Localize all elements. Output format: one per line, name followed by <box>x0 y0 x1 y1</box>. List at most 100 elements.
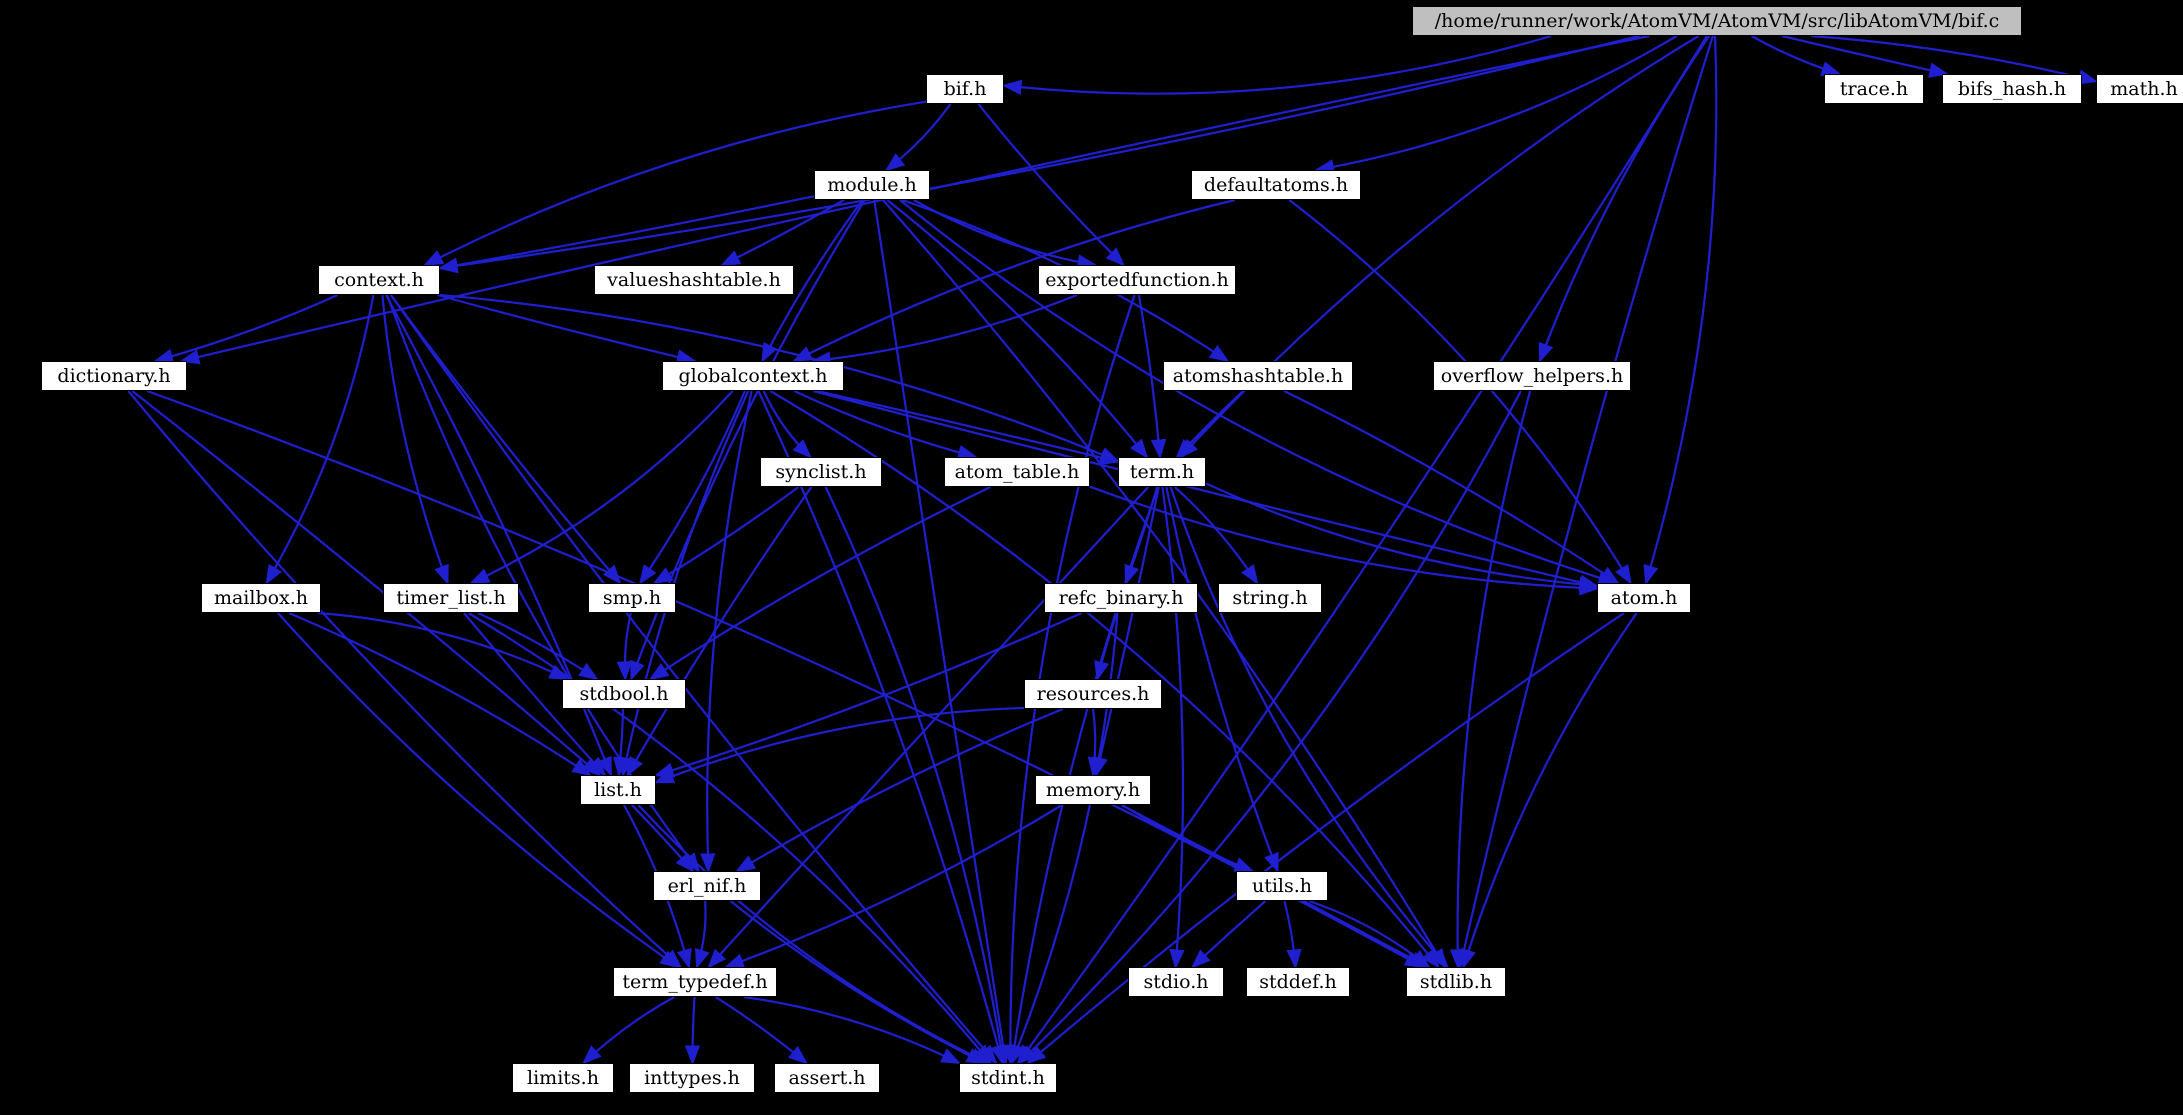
graph-node-label: inttypes.h <box>644 1066 740 1089</box>
graph-edge <box>700 390 753 874</box>
graph-node-bif-h[interactable]: bif.h <box>926 74 1004 104</box>
graph-edge <box>1288 199 1632 585</box>
graph-edge <box>1137 294 1167 460</box>
graph-edge <box>757 390 1006 1066</box>
graph-node-overflow-helpers-h[interactable]: overflow_helpers.h <box>1433 361 1631 391</box>
graph-node-mailbox-h[interactable]: mailbox.h <box>201 583 321 613</box>
graph-node-label: globalcontext.h <box>678 364 828 387</box>
graph-edge <box>437 195 815 273</box>
graph-edge <box>684 996 701 1066</box>
graph-node-label: timer_list.h <box>396 586 506 609</box>
graph-node-atom-h[interactable]: atom.h <box>1597 583 1691 613</box>
graph-node-module-h[interactable]: module.h <box>814 170 930 200</box>
graph-node-stdio-h[interactable]: stdio.h <box>1128 967 1224 997</box>
graph-node-label: term.h <box>1129 460 1195 483</box>
graph-node-label: smp.h <box>602 586 662 609</box>
graph-edge <box>762 390 812 459</box>
graph-node-utils-h[interactable]: utils.h <box>1236 871 1328 901</box>
graph-node-synclist-h[interactable]: synclist.h <box>760 457 882 487</box>
graph-node-refc-binary-h[interactable]: refc_binary.h <box>1044 583 1198 613</box>
graph-edge <box>793 390 978 460</box>
graph-node-smp-h[interactable]: smp.h <box>588 583 676 613</box>
graph-node-label: overflow_helpers.h <box>1440 364 1624 387</box>
graph-node-valueshashtable-h[interactable]: valueshashtable.h <box>594 265 794 295</box>
graph-edge <box>913 199 1098 270</box>
graph-node-term-typedef-h[interactable]: term_typedef.h <box>613 967 777 997</box>
graph-node-inttypes-h[interactable]: inttypes.h <box>629 1063 755 1093</box>
graph-edge <box>390 294 622 585</box>
graph-edge <box>899 199 1619 586</box>
graph-edge <box>1643 35 1718 586</box>
edge-layer <box>127 34 2099 1066</box>
graph-node-label: resources.h <box>1036 682 1150 705</box>
graph-node-dictionary-h[interactable]: dictionary.h <box>41 361 187 391</box>
graph-edge <box>1175 390 1244 459</box>
graph-node-timer-list-h[interactable]: timer_list.h <box>383 583 519 613</box>
graph-node-label: atom.h <box>1610 586 1678 609</box>
graph-edge <box>715 996 809 1065</box>
graph-edge <box>1124 486 1159 586</box>
graph-edge <box>824 486 1009 1066</box>
graph-edge <box>1016 35 1708 1065</box>
graph-node-math-h[interactable]: math.h <box>2096 74 2183 104</box>
edges-group <box>127 34 2099 1066</box>
graph-node-stdlib-h[interactable]: stdlib.h <box>1406 967 1506 997</box>
graph-node-memory-h[interactable]: memory.h <box>1035 775 1151 805</box>
graph-node-bifs-hash-h[interactable]: bifs_hash.h <box>1942 74 2082 104</box>
graph-edge <box>631 804 695 873</box>
graph-node-label: mailbox.h <box>213 586 309 609</box>
graph-edge <box>1751 35 1842 77</box>
graph-node-defaultatoms-h[interactable]: defaultatoms.h <box>1191 170 1361 200</box>
graph-node-label: bif.h <box>943 77 987 100</box>
graph-node-label: valueshashtable.h <box>607 268 781 291</box>
graph-node-resources-h[interactable]: resources.h <box>1024 679 1162 709</box>
graph-node-label: term_typedef.h <box>622 970 768 993</box>
graph-edge <box>743 995 962 1064</box>
graph-node-label: module.h <box>827 173 917 196</box>
graph-node-exportedfunction-h[interactable]: exportedfunction.h <box>1038 265 1236 295</box>
graph-node-erl-nif-h[interactable]: erl_nif.h <box>653 871 761 901</box>
graph-edge <box>884 103 952 172</box>
graph-node-label: bifs_hash.h <box>1957 77 2067 100</box>
graph-node-list-h[interactable]: list.h <box>580 775 656 805</box>
graph-node-context-h[interactable]: context.h <box>318 265 440 295</box>
graph-node-label: assert.h <box>788 1066 866 1089</box>
graph-node-label: context.h <box>334 268 424 291</box>
graph-edge <box>1461 612 1638 970</box>
graph-edge <box>724 804 1063 969</box>
graph-edge <box>977 103 1126 267</box>
graph-edge <box>1190 900 1267 969</box>
graph-node-stdbool-h[interactable]: stdbool.h <box>562 679 686 709</box>
graph-edge <box>1178 35 1700 459</box>
graph-node-globalcontext-h[interactable]: globalcontext.h <box>662 361 844 391</box>
graph-node-string-h[interactable]: string.h <box>1218 583 1322 613</box>
include-dependency-graph: /home/runner/work/AtomVM/AtomVM/src/libA… <box>0 0 2183 1115</box>
graph-node-stdint-h[interactable]: stdint.h <box>959 1063 1057 1093</box>
graph-edge <box>886 199 1149 459</box>
graph-node-label: stdio.h <box>1143 970 1209 993</box>
graph-node-label: synclist.h <box>775 460 867 483</box>
graph-node-label: stdlib.h <box>1419 970 1493 993</box>
graph-edge <box>265 294 375 585</box>
graph-node-assert-h[interactable]: assert.h <box>774 1063 880 1093</box>
graph-edge <box>626 486 813 777</box>
graph-edge <box>389 294 998 1065</box>
graph-node-atom-table-h[interactable]: atom_table.h <box>944 457 1090 487</box>
graph-edge <box>1017 390 1522 1065</box>
graph-node-limits-h[interactable]: limits.h <box>512 1063 614 1093</box>
graph-node-bif-c[interactable]: /home/runner/work/AtomVM/AtomVM/src/libA… <box>1412 6 2022 36</box>
graph-edge <box>873 199 1011 1066</box>
graph-node-label: string.h <box>1232 586 1308 609</box>
graph-node-stddef-h[interactable]: stddef.h <box>1246 967 1350 997</box>
graph-edge <box>582 996 675 1065</box>
graph-edge <box>381 294 449 586</box>
graph-node-label: trace.h <box>1839 77 1909 100</box>
graph-node-term-h[interactable]: term.h <box>1118 457 1206 487</box>
graph-node-label: stddef.h <box>1259 970 1337 993</box>
graph-edge <box>1449 390 1532 970</box>
graph-edge <box>707 486 1150 969</box>
graph-node-trace-h[interactable]: trace.h <box>1824 74 1924 104</box>
graph-edge <box>437 293 697 365</box>
graph-node-atomshashtable-h[interactable]: atomshashtable.h <box>1163 361 1353 391</box>
graph-edge <box>812 389 1600 590</box>
